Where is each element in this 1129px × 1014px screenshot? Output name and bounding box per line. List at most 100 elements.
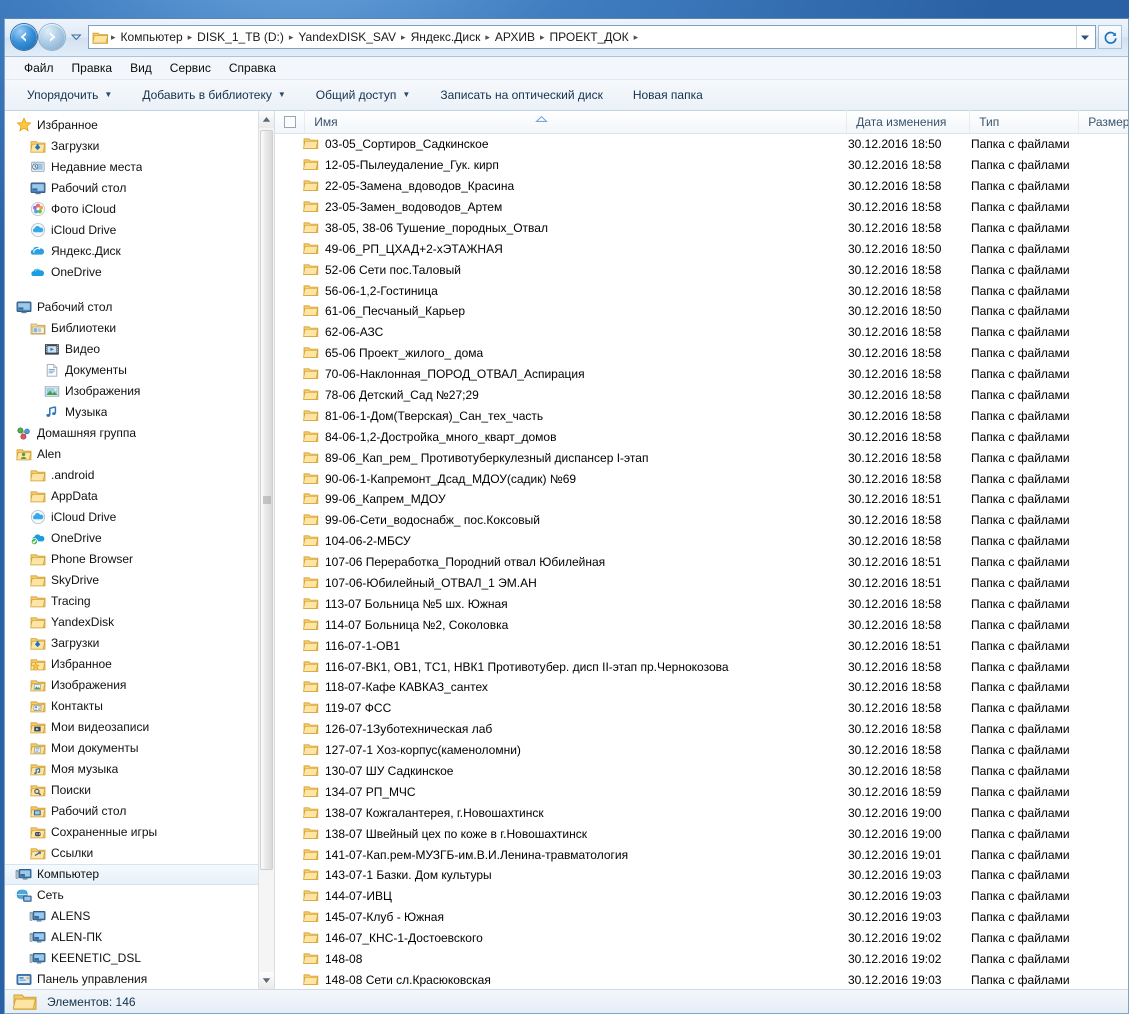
table-row[interactable]: 138-07 Кожгалантерея, г.Новошахтинск 30.1…: [275, 802, 1128, 823]
table-row[interactable]: 148-08 Сети сл.Красюковская 30.12.2016 19…: [275, 969, 1128, 989]
sidebar-item-библиотеки[interactable]: Библиотеки: [5, 318, 258, 339]
sidebar-item-поиски[interactable]: Поиски: [5, 780, 258, 801]
toolbar-item-1[interactable]: Упорядочить ▼: [17, 84, 122, 106]
table-row[interactable]: 134-07 РП_МЧС 30.12.2016 18:59 Папка с фай…: [275, 781, 1128, 802]
menu-item-5[interactable]: Справка: [220, 59, 285, 77]
sidebar-item-фото-icloud[interactable]: Фото iCloud: [5, 199, 258, 220]
table-row[interactable]: 113-07 Больница №5 шх. Южная 30.12.2016 1…: [275, 593, 1128, 614]
sidebar-item--android[interactable]: .android: [5, 465, 258, 486]
navigation-scroll-thumb[interactable]: [260, 129, 273, 870]
scroll-down-arrow-icon[interactable]: [259, 972, 274, 989]
sidebar-item-tracing[interactable]: Tracing: [5, 591, 258, 612]
breadcrumb-item-1[interactable]: Компьютер: [117, 28, 187, 46]
table-row[interactable]: 145-07-Клуб - Южная 30.12.2016 19:03 Папка…: [275, 907, 1128, 928]
table-row[interactable]: 38-05, 38-06 Тушение_породных_Отвал 30.12…: [275, 217, 1128, 238]
table-row[interactable]: 99-06-Сети_водоснабж_ пос.Коксовый 30.12.…: [275, 510, 1128, 531]
table-row[interactable]: 23-05-Замен_водоводов_Артем 30.12.2016 18…: [275, 197, 1128, 218]
table-row[interactable]: 81-06-1-Дом(Тверская)_Сан_тех_часть 30.12…: [275, 405, 1128, 426]
sidebar-item-ссылки[interactable]: Ссылки: [5, 843, 258, 864]
table-row[interactable]: 119-07 ФСС 30.12.2016 18:58 Папка с файлам…: [275, 698, 1128, 719]
refresh-button[interactable]: [1098, 25, 1122, 50]
sidebar-item-alen-пк[interactable]: ALEN-ПК: [5, 927, 258, 948]
table-row[interactable]: 89-06_Кап_рем_ Противотуберкулезный дисп…: [275, 447, 1128, 468]
table-row[interactable]: 65-06 Проект_жилого_ дома 30.12.2016 18:5…: [275, 343, 1128, 364]
sidebar-item-контакты[interactable]: Контакты: [5, 696, 258, 717]
sidebar-item-мои-видеозаписи[interactable]: Мои видеозаписи: [5, 717, 258, 738]
sidebar-item-рабочий-стол[interactable]: Рабочий стол: [5, 297, 258, 318]
sidebar-item-onedrive[interactable]: OneDrive: [5, 528, 258, 549]
navigation-scrollbar[interactable]: [258, 110, 274, 989]
sidebar-item-сеть[interactable]: Сеть: [5, 885, 258, 906]
table-row[interactable]: 107-06 Переработка_Породний отвал Юбилей…: [275, 552, 1128, 573]
column-header-date[interactable]: Дата изменения: [847, 110, 971, 134]
table-row[interactable]: 78-06 Детский_Сад №27;29 30.12.2016 18:58…: [275, 385, 1128, 406]
table-row[interactable]: 116-07-ВК1, ОВ1, ТС1, НВК1 Противотубер.…: [275, 656, 1128, 677]
column-header-type[interactable]: Тип: [970, 110, 1080, 134]
sidebar-item-onedrive[interactable]: OneDrive: [5, 262, 258, 283]
sidebar-item-yandexdisk[interactable]: YandexDisk: [5, 612, 258, 633]
sidebar-item-домашняя-группа[interactable]: Домашняя группа: [5, 423, 258, 444]
toolbar-item-4[interactable]: Записать на оптический диск: [430, 84, 613, 106]
back-button[interactable]: [11, 24, 37, 51]
sidebar-item-музыка[interactable]: Музыка: [5, 402, 258, 423]
scroll-up-arrow-icon[interactable]: [259, 110, 274, 128]
toolbar-item-3[interactable]: Общий доступ ▼: [306, 84, 421, 106]
table-row[interactable]: 116-07-1-ОВ1 30.12.2016 18:51 Папка с файл…: [275, 635, 1128, 656]
sidebar-item-избранное[interactable]: Избранное: [5, 654, 258, 675]
menu-item-2[interactable]: Правка: [63, 59, 122, 77]
file-list[interactable]: 03-05_Сортиров_Садкинское 30.12.2016 18:5…: [275, 134, 1128, 989]
table-row[interactable]: 62-06-АЗС 30.12.2016 18:58 Папка с файлами: [275, 322, 1128, 343]
table-row[interactable]: 130-07 ШУ Садкинское 30.12.2016 18:58 Папк…: [275, 761, 1128, 782]
sidebar-item-phone-browser[interactable]: Phone Browser: [5, 549, 258, 570]
menu-item-4[interactable]: Сервис: [161, 59, 220, 77]
forward-button[interactable]: [39, 24, 65, 51]
table-row[interactable]: 144-07-ИВЦ 30.12.2016 19:03 Папка с файлам…: [275, 886, 1128, 907]
table-row[interactable]: 138-07 Швейный цех по коже в г.Новошахти…: [275, 823, 1128, 844]
sidebar-item-компьютер[interactable]: Компьютер: [5, 863, 258, 885]
menu-item-3[interactable]: Вид: [121, 59, 161, 77]
table-row[interactable]: 56-06-1,2-Гостиница 30.12.2016 18:58 Папка…: [275, 280, 1128, 301]
breadcrumb-item-2[interactable]: DISK_1_TB (D:): [193, 28, 288, 46]
sidebar-item-мои-документы[interactable]: Мои документы: [5, 738, 258, 759]
table-row[interactable]: 126-07-1Зуботехническая лаб 30.12.2016 18…: [275, 719, 1128, 740]
sidebar-item-рабочий-стол[interactable]: Рабочий стол: [5, 801, 258, 822]
table-row[interactable]: 118-07-Кафе КАВКАЗ_сантех 30.12.2016 18:5…: [275, 677, 1128, 698]
toolbar-item-2[interactable]: Добавить в библиотеку ▼: [132, 84, 295, 106]
sidebar-item-загрузки[interactable]: Загрузки: [5, 136, 258, 157]
table-row[interactable]: 03-05_Сортиров_Садкинское 30.12.2016 18:5…: [275, 134, 1128, 155]
sidebar-item-appdata[interactable]: AppData: [5, 486, 258, 507]
sidebar-item-моя-музыка[interactable]: Моя музыка: [5, 759, 258, 780]
table-row[interactable]: 84-06-1,2-Достройка_много_кварт_домов 30.…: [275, 426, 1128, 447]
table-row[interactable]: 114-07 Больница №2, Соколовка 30.12.2016 …: [275, 614, 1128, 635]
table-row[interactable]: 146-07_КНС-1-Достоевского 30.12.2016 19:0…: [275, 928, 1128, 949]
sidebar-item-skydrive[interactable]: SkyDrive: [5, 570, 258, 591]
table-row[interactable]: 12-05-Пылеудаление_Гук. кирп 30.12.2016 1…: [275, 155, 1128, 176]
sidebar-item-icloud-drive[interactable]: iCloud Drive: [5, 220, 258, 241]
sidebar-item-alens[interactable]: ALENS: [5, 906, 258, 927]
sidebar-item-сохраненные-игры[interactable]: Сохраненные игры: [5, 822, 258, 843]
column-header-name[interactable]: Имя: [305, 110, 848, 134]
breadcrumb-item-6[interactable]: ПРОЕКТ_ДОК: [546, 28, 633, 46]
breadcrumb-item-3[interactable]: YandexDISK_SAV: [294, 28, 400, 46]
sidebar-item-alen[interactable]: Alen: [5, 444, 258, 465]
breadcrumb-item-5[interactable]: АРХИВ: [491, 28, 539, 46]
table-row[interactable]: 104-06-2-МБСУ 30.12.2016 18:58 Папка с фай…: [275, 531, 1128, 552]
table-row[interactable]: 61-06_Песчаный_Карьер 30.12.2016 18:50 Пап…: [275, 301, 1128, 322]
navigation-scroll-track[interactable]: [259, 127, 274, 972]
table-row[interactable]: 107-06-Юбилейный_ОТВАЛ_1 ЭМ.АН 30.12.2016…: [275, 573, 1128, 594]
table-row[interactable]: 90-06-1-Капремонт_Дсад_МДОУ(садик) №69 30…: [275, 468, 1128, 489]
table-row[interactable]: 143-07-1 Базки. Дом культуры 30.12.2016 1…: [275, 865, 1128, 886]
sidebar-item-яндекс-диск[interactable]: Яндекс.Диск: [5, 241, 258, 262]
table-row[interactable]: 148-08 30.12.2016 19:02 Папка с файлами: [275, 949, 1128, 970]
address-input[interactable]: ▸ Компьютер ▸ DISK_1_TB (D:) ▸ YandexDISK_SAV…: [88, 25, 1096, 50]
breadcrumb-item-4[interactable]: Яндекс.Диск: [407, 28, 485, 46]
column-header-size[interactable]: Размер: [1079, 110, 1128, 133]
table-row[interactable]: 22-05-Замена_вдоводов_Красина 30.12.2016 …: [275, 176, 1128, 197]
table-row[interactable]: 127-07-1 Хоз-корпус(каменоломни) 30.12.20…: [275, 740, 1128, 761]
sidebar-item-keenetic-dsl[interactable]: KEENETIC_DSL: [5, 948, 258, 969]
select-all-checkbox[interactable]: [275, 110, 306, 134]
sidebar-item-видео[interactable]: Видео: [5, 339, 258, 360]
recent-pages-dropdown[interactable]: [69, 29, 83, 45]
table-row[interactable]: 99-06_Капрем_МДОУ 30.12.2016 18:51 Папка с…: [275, 489, 1128, 510]
sidebar-item-icloud-drive[interactable]: iCloud Drive: [5, 507, 258, 528]
